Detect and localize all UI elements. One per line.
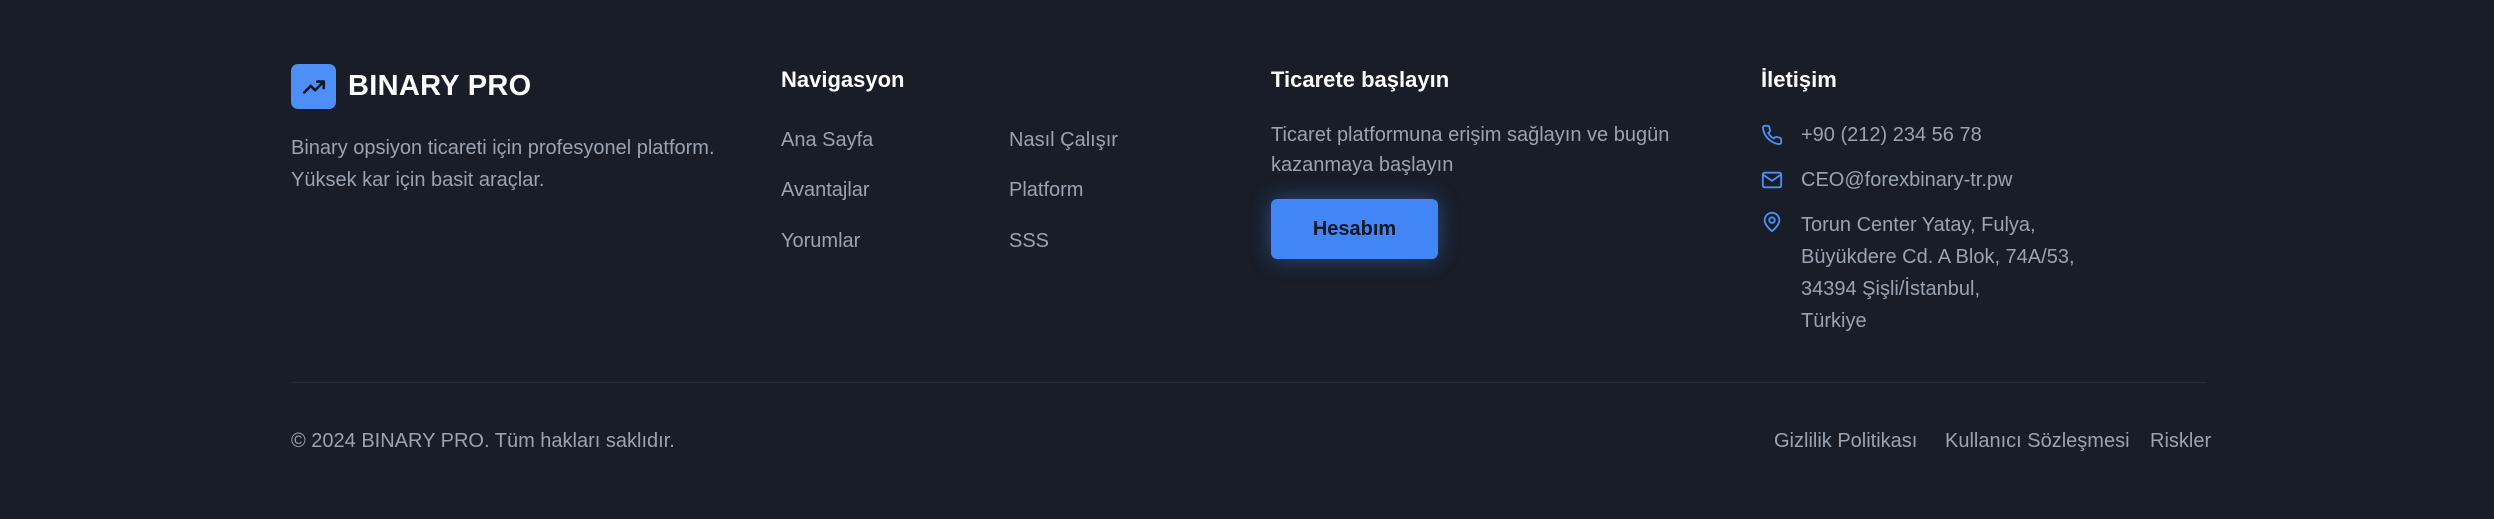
site-footer: BINARY PRO Binary opsiyon ticareti için … bbox=[0, 0, 2494, 519]
contact-address-text: Torun Center Yatay, Fulya, Büyükdere Cd.… bbox=[1801, 209, 2075, 337]
copyright-text: © 2024 BINARY PRO. Tüm hakları saklıdır. bbox=[291, 430, 675, 452]
risks-link[interactable]: Riskler bbox=[2150, 430, 2211, 453]
contact-phone[interactable]: +90 (212) 234 56 78 bbox=[1761, 122, 1982, 148]
address-line: Büyükdere Cd. A Blok, 74A/53, bbox=[1801, 246, 2075, 268]
brand-name: BINARY PRO bbox=[348, 70, 532, 102]
nav-link-faq[interactable]: SSS bbox=[1009, 230, 1049, 253]
mail-icon bbox=[1761, 171, 1783, 189]
cta-description-line: Ticaret platformuna erişim sağlayın ve b… bbox=[1271, 124, 1670, 146]
contact-email[interactable]: CEO@forexbinary-tr.pw bbox=[1761, 167, 2012, 193]
contact-title: İletişim bbox=[1761, 67, 1837, 92]
cta-description: Ticaret platformuna erişim sağlayın ve b… bbox=[1271, 120, 1691, 180]
privacy-policy-link[interactable]: Gizlilik Politikası bbox=[1774, 430, 1917, 453]
brand-description: Binary opsiyon ticareti için profesyonel… bbox=[291, 132, 751, 196]
address-line: Türkiye bbox=[1801, 310, 1867, 332]
phone-icon bbox=[1762, 124, 1783, 145]
brand-description-line: Binary opsiyon ticareti için profesyonel… bbox=[291, 137, 715, 159]
contact-phone-text: +90 (212) 234 56 78 bbox=[1801, 124, 1982, 146]
brand-description-line: Yüksek kar için basit araçlar. bbox=[291, 169, 545, 191]
nav-link-platform[interactable]: Platform bbox=[1009, 179, 1083, 202]
user-agreement-link[interactable]: Kullanıcı Sözleşmesi bbox=[1945, 430, 2130, 453]
cta-title: Ticarete başlayın bbox=[1271, 67, 1450, 92]
nav-link-how-it-works[interactable]: Nasıl Çalışır bbox=[1009, 129, 1118, 152]
address-line: Torun Center Yatay, Fulya, bbox=[1801, 214, 2036, 236]
account-button[interactable]: Hesabım bbox=[1271, 199, 1438, 259]
trending-up-icon bbox=[291, 64, 336, 109]
map-pin-icon bbox=[1763, 211, 1781, 233]
navigation-title: Navigasyon bbox=[781, 67, 905, 92]
address-line: 34394 Şişli/İstanbul, bbox=[1801, 278, 1981, 300]
nav-link-reviews[interactable]: Yorumlar bbox=[781, 230, 860, 253]
brand-logo[interactable]: BINARY PRO bbox=[291, 64, 531, 109]
nav-link-home[interactable]: Ana Sayfa bbox=[781, 129, 873, 152]
nav-link-advantages[interactable]: Avantajlar bbox=[781, 179, 870, 202]
footer-divider bbox=[291, 382, 2206, 383]
contact-email-text: CEO@forexbinary-tr.pw bbox=[1801, 169, 2013, 191]
cta-description-line: kazanmaya başlayın bbox=[1271, 154, 1454, 176]
contact-address: Torun Center Yatay, Fulya, Büyükdere Cd.… bbox=[1761, 209, 2075, 337]
